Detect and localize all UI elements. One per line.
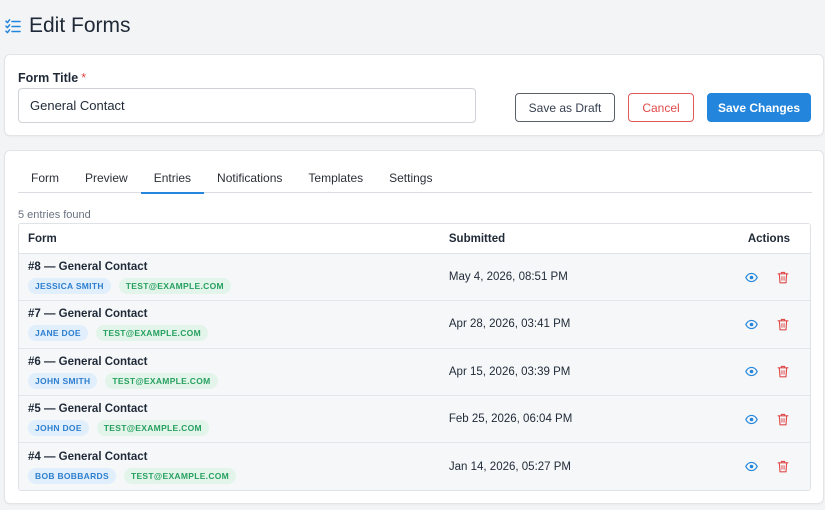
delete-trash-icon[interactable] [777, 460, 789, 473]
view-eye-icon[interactable] [745, 413, 758, 426]
save-as-draft-button[interactable]: Save as Draft [515, 93, 615, 122]
checklist-icon [5, 18, 21, 34]
delete-trash-icon[interactable] [777, 413, 789, 426]
tab-preview[interactable]: Preview [72, 163, 141, 193]
table-row: #4 — General Contact BOB BOBBARDS TEST@E… [19, 443, 810, 491]
tab-bar: Form Preview Entries Notifications Templ… [18, 163, 812, 194]
delete-trash-icon[interactable] [777, 318, 789, 331]
name-badge: BOB BOBBARDS [28, 467, 116, 484]
name-badge: JANE DOE [28, 325, 88, 342]
required-marker: * [81, 71, 87, 85]
page-title: Edit Forms [29, 14, 131, 37]
entry-title: #7 — General Contact [28, 308, 148, 321]
tab-form[interactable]: Form [18, 163, 72, 193]
entry-title: #8 — General Contact [28, 261, 148, 274]
email-badge: TEST@EXAMPLE.COM [123, 467, 237, 484]
email-badge: TEST@EXAMPLE.COM [105, 372, 218, 389]
entry-title: #4 — General Contact [28, 450, 148, 463]
form-title-input[interactable] [18, 88, 476, 123]
table-row: #7 — General Contact JANE DOE TEST@EXAMP… [19, 301, 810, 349]
form-title-label: Form Title * [18, 71, 86, 85]
submitted-date: May 4, 2026, 08:51 PM [448, 271, 568, 284]
cancel-button[interactable]: Cancel [628, 93, 694, 122]
tab-templates[interactable]: Templates [295, 163, 376, 193]
tab-settings[interactable]: Settings [376, 163, 445, 193]
name-badge: JESSICA SMITH [28, 278, 111, 295]
submitted-date: Jan 14, 2026, 05:27 PM [448, 460, 572, 473]
column-header-actions: Actions [747, 232, 790, 245]
email-badge: TEST@EXAMPLE.COM [118, 278, 231, 295]
tab-entries[interactable]: Entries [140, 163, 205, 194]
email-badge: TEST@EXAMPLE.COM [96, 420, 209, 437]
form-title-card: Form Title* Save as Draft Cancel Save Ch… [4, 54, 824, 136]
entries-count: 5 entries found [18, 209, 91, 221]
view-eye-icon[interactable] [745, 365, 758, 378]
page-header: Edit Forms [5, 14, 131, 38]
email-badge: TEST@EXAMPLE.COM [95, 325, 208, 342]
name-badge: JOHN DOE [28, 420, 89, 437]
entry-title: #5 — General Contact [28, 403, 148, 416]
submitted-date: Apr 15, 2026, 03:39 PM [448, 365, 571, 378]
tab-notifications[interactable]: Notifications [204, 163, 295, 193]
view-eye-icon[interactable] [745, 318, 758, 331]
entries-table: Form Submitted Actions #8 — General Cont… [18, 223, 811, 492]
entry-title: #6 — General Contact [28, 355, 148, 368]
column-header-submitted: Submitted [448, 232, 506, 245]
column-header-form: Form [28, 232, 57, 245]
table-header: Form Submitted Actions [19, 224, 810, 254]
table-row: #8 — General Contact JESSICA SMITH TEST@… [19, 254, 810, 302]
entries-card: Form Preview Entries Notifications Templ… [4, 150, 824, 504]
table-row: #5 — General Contact JOHN DOE TEST@EXAMP… [19, 395, 810, 444]
name-badge: JOHN SMITH [28, 372, 98, 389]
view-eye-icon[interactable] [745, 460, 758, 473]
table-row: #6 — General Contact JOHN SMITH TEST@EXA… [19, 348, 810, 396]
delete-trash-icon[interactable] [777, 365, 789, 378]
view-eye-icon[interactable] [745, 271, 758, 284]
delete-trash-icon[interactable] [777, 271, 789, 284]
submitted-date: Apr 28, 2026, 03:41 PM [448, 318, 571, 331]
submitted-date: Feb 25, 2026, 06:04 PM [448, 413, 573, 426]
save-changes-button[interactable]: Save Changes [707, 93, 811, 122]
form-title-label-text: Form Title [18, 71, 79, 85]
